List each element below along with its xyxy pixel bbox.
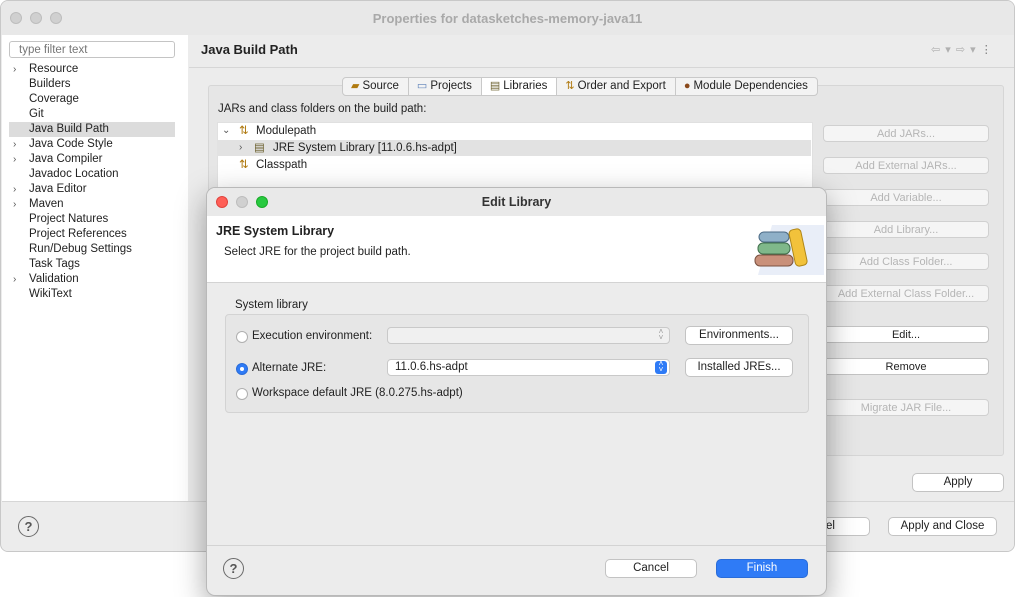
more-options-icon[interactable]: ⋮	[981, 44, 993, 56]
add-jars-button[interactable]: Add JARs...	[823, 125, 989, 142]
tab-source[interactable]: ▰ Source	[343, 78, 409, 95]
expand-arrow-icon[interactable]: ›	[13, 62, 23, 77]
combo-arrows-icon: ˄ ˅	[658, 327, 664, 342]
dialog-help-icon[interactable]: ?	[223, 558, 244, 579]
classpath-icon: ⇅	[239, 159, 249, 171]
tree-item[interactable]: Project References	[9, 227, 175, 242]
tree-item[interactable]: Javadoc Location	[9, 167, 175, 182]
module-icon: ●	[683, 80, 691, 92]
alternate-jre-radio[interactable]	[236, 363, 248, 375]
tree-item[interactable]: › Maven	[9, 197, 175, 212]
execution-environment-label: Execution environment:	[252, 330, 373, 342]
modulepath-icon: ⇅	[239, 125, 249, 137]
add-external-class-folder-button[interactable]: Add External Class Folder...	[823, 285, 989, 302]
tree-item[interactable]: Git	[9, 107, 175, 122]
tree-item-label: Validation	[29, 273, 79, 285]
help-icon[interactable]: ?	[18, 516, 39, 537]
order-export-icon: ⇅	[565, 80, 575, 92]
entry-jre-system-library[interactable]: › ▤ JRE System Library [11.0.6.hs-adpt]	[217, 140, 811, 156]
add-class-folder-button[interactable]: Add Class Folder...	[823, 253, 989, 270]
page-title: Java Build Path	[201, 42, 298, 57]
migrate-jar-button[interactable]: Migrate JAR File...	[823, 399, 989, 416]
finish-button[interactable]: Finish	[716, 559, 808, 578]
tree-item[interactable]: › Java Code Style	[9, 137, 175, 152]
projects-folder-icon: ▭	[416, 80, 428, 92]
apply-button[interactable]: Apply	[912, 473, 1004, 492]
tree-item-label: Java Compiler	[29, 153, 103, 165]
installed-jres-button[interactable]: Installed JREs...	[685, 358, 793, 377]
back-arrow-icon[interactable]: ⇦ ▾	[931, 44, 952, 56]
nav-arrows[interactable]: ⇦ ▾ ⇨ ▾ ⋮	[931, 43, 993, 56]
add-external-jars-button[interactable]: Add External JARs...	[823, 157, 989, 174]
tree-item[interactable]: Run/Debug Settings	[9, 242, 175, 257]
dialog-title: Edit Library	[481, 195, 552, 209]
tab-libraries[interactable]: ▤ Libraries	[481, 78, 558, 95]
tree-item-label: Project References	[29, 228, 127, 240]
tree-item[interactable]: WikiText	[9, 287, 175, 302]
edit-library-dialog: Edit Library JRE System Library Select J…	[206, 187, 827, 596]
tree-item[interactable]: Java Build Path	[9, 122, 175, 137]
add-library-button[interactable]: Add Library...	[823, 221, 989, 238]
tree-item-label: Maven	[29, 198, 64, 210]
tab-module-dependencies[interactable]: ● Module Dependencies	[676, 78, 817, 95]
tree-item-label: WikiText	[29, 288, 72, 300]
tree-item-label: Resource	[29, 63, 79, 75]
add-variable-button[interactable]: Add Variable...	[823, 189, 989, 206]
filter-input[interactable]	[9, 41, 175, 58]
tree-item[interactable]: › Java Editor	[9, 182, 175, 197]
tree-item[interactable]: Project Natures	[9, 212, 175, 227]
collapse-arrow-icon[interactable]: ⌄	[222, 123, 230, 139]
expand-arrow-icon[interactable]: ›	[239, 140, 242, 156]
tab-order-and-export[interactable]: ⇅ Order and Export	[557, 78, 676, 95]
expand-arrow-icon[interactable]: ›	[13, 197, 23, 212]
system-library-label: System library	[235, 299, 308, 311]
tree-item[interactable]: › Java Compiler	[9, 152, 175, 167]
tree-item-label: Java Build Path	[29, 123, 109, 135]
tab-projects[interactable]: ▭ Projects	[409, 78, 482, 95]
tree-item[interactable]: Builders	[9, 77, 175, 92]
window-title: Properties for datasketches-memory-java1…	[372, 11, 643, 26]
tree-item-label: Coverage	[29, 93, 79, 105]
tree-item-label: Java Code Style	[29, 138, 113, 150]
tree-item-label: Run/Debug Settings	[29, 243, 132, 255]
expand-arrow-icon[interactable]: ›	[13, 272, 23, 287]
dialog-footer-divider	[207, 545, 826, 546]
tree-item-label: Java Editor	[29, 183, 87, 195]
dialog-header-title: JRE System Library	[216, 224, 335, 238]
tree-item-label: Javadoc Location	[29, 168, 119, 180]
books-icon	[754, 225, 824, 275]
dialog-cancel-button[interactable]: Cancel	[605, 559, 697, 578]
tree-item-label: Project Natures	[29, 213, 109, 225]
source-folder-icon: ▰	[351, 80, 360, 92]
tree-item-label: Task Tags	[29, 258, 80, 270]
entry-classpath[interactable]: ⇅ Classpath	[217, 157, 811, 173]
tree-item[interactable]: › Validation	[9, 272, 175, 287]
environments-button[interactable]: Environments...	[685, 326, 793, 345]
execution-environment-select[interactable]: ˄ ˅	[387, 327, 670, 344]
workspace-default-jre-radio[interactable]	[236, 388, 248, 400]
tree-item[interactable]: Coverage	[9, 92, 175, 107]
jre-library-icon: ▤	[254, 142, 265, 154]
tree-item[interactable]: › Resource	[9, 62, 175, 77]
tree-item[interactable]: Task Tags	[9, 257, 175, 272]
expand-arrow-icon[interactable]: ›	[13, 137, 23, 152]
alternate-jre-select[interactable]: 11.0.6.hs-adpt ˄ ˅	[387, 359, 670, 376]
expand-arrow-icon[interactable]: ›	[13, 182, 23, 197]
library-icon: ▤	[489, 80, 501, 92]
expand-arrow-icon[interactable]: ›	[13, 152, 23, 167]
tree-item-label: Git	[29, 108, 44, 120]
alternate-jre-label: Alternate JRE:	[252, 362, 327, 374]
apply-and-close-button[interactable]: Apply and Close	[888, 517, 997, 536]
forward-arrow-icon[interactable]: ⇨ ▾	[956, 44, 977, 56]
entry-modulepath[interactable]: ⌄ ⇅ Modulepath	[217, 123, 811, 139]
combo-arrows-icon: ˄ ˅	[655, 360, 667, 374]
tree-item-label: Builders	[29, 78, 71, 90]
execution-environment-radio[interactable]	[236, 331, 248, 343]
remove-button[interactable]: Remove	[823, 358, 989, 375]
classpath-label: JARs and class folders on the build path…	[218, 103, 427, 115]
tab-bar: ▰ Source ▭ Projects ▤ Libraries ⇅ Order and …	[342, 77, 818, 96]
edit-button[interactable]: Edit...	[823, 326, 989, 343]
workspace-default-jre-label: Workspace default JRE (8.0.275.hs-adpt)	[252, 387, 463, 399]
dialog-header-description: Select JRE for the project build path.	[224, 246, 411, 258]
